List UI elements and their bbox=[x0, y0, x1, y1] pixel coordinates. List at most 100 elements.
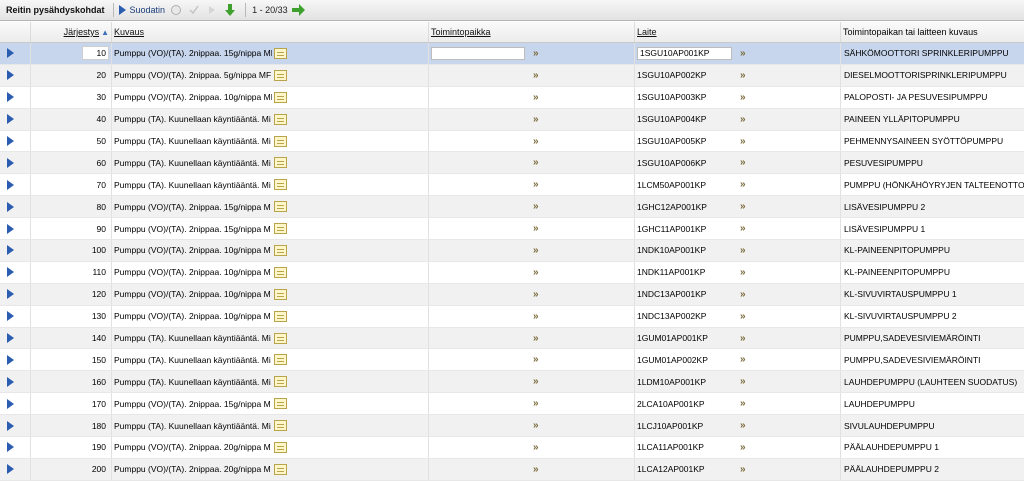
note-icon[interactable] bbox=[274, 266, 287, 278]
row-expand-icon[interactable] bbox=[7, 442, 14, 453]
device-field[interactable]: 1GHC12AP001KP bbox=[637, 202, 732, 212]
device-field[interactable]: 1SGU10AP005KP bbox=[637, 136, 732, 146]
note-icon[interactable] bbox=[274, 332, 287, 344]
row-select[interactable] bbox=[0, 174, 31, 196]
row-expand-icon[interactable] bbox=[7, 376, 14, 387]
device-field[interactable]: 1GHC11AP001KP bbox=[637, 224, 732, 234]
table-row[interactable]: 10 Pumppu (VO)/(TA). 2nippaa. 15g/nippa … bbox=[0, 43, 1024, 65]
note-icon[interactable] bbox=[274, 113, 287, 125]
lookup-device-icon[interactable]: » bbox=[740, 114, 745, 125]
lookup-device-icon[interactable]: » bbox=[740, 245, 745, 256]
row-select[interactable] bbox=[0, 437, 31, 458]
order-field[interactable]: 60 bbox=[82, 156, 109, 170]
filter-button[interactable]: Suodatin bbox=[118, 5, 165, 15]
header-device[interactable]: Laite bbox=[635, 22, 841, 42]
lookup-function-location-icon[interactable]: » bbox=[533, 48, 538, 59]
order-field[interactable]: 50 bbox=[82, 134, 109, 148]
note-icon[interactable] bbox=[274, 288, 287, 300]
note-icon[interactable] bbox=[274, 441, 287, 453]
note-icon[interactable] bbox=[274, 376, 287, 388]
device-field[interactable]: 1LCJ10AP001KP bbox=[637, 421, 732, 431]
note-icon[interactable] bbox=[274, 354, 287, 366]
order-field[interactable]: 30 bbox=[82, 90, 109, 104]
row-expand-icon[interactable] bbox=[7, 354, 14, 365]
table-row[interactable]: 150 Pumppu (TA). Kuunellaan käyntiääntä.… bbox=[0, 349, 1024, 372]
lookup-device-icon[interactable]: » bbox=[740, 442, 745, 453]
lookup-device-icon[interactable]: » bbox=[740, 311, 745, 322]
row-expand-icon[interactable] bbox=[7, 48, 14, 59]
table-row[interactable]: 120 Pumppu (VO)/(TA). 2nippaa. 10g/nippa… bbox=[0, 283, 1024, 306]
lookup-device-icon[interactable]: » bbox=[740, 333, 745, 344]
row-expand-icon[interactable] bbox=[7, 136, 14, 146]
table-row[interactable]: 90 Pumppu (VO)/(TA). 2nippaa. 15g/nippa … bbox=[0, 218, 1024, 241]
row-select[interactable] bbox=[0, 152, 31, 174]
lookup-function-location-icon[interactable]: » bbox=[533, 420, 538, 431]
lookup-function-location-icon[interactable]: » bbox=[533, 201, 538, 212]
row-expand-icon[interactable] bbox=[7, 201, 14, 212]
lookup-function-location-icon[interactable]: » bbox=[533, 92, 538, 103]
device-field[interactable]: 1NDK11AP001KP bbox=[637, 267, 732, 277]
row-expand-icon[interactable] bbox=[7, 289, 14, 300]
row-select[interactable] bbox=[0, 43, 31, 64]
lookup-function-location-icon[interactable]: » bbox=[533, 354, 538, 365]
row-select[interactable] bbox=[0, 240, 31, 261]
table-row[interactable]: 20 Pumppu (VO)/(TA). 2nippaa. 5g/nippa M… bbox=[0, 64, 1024, 87]
lookup-device-icon[interactable]: » bbox=[740, 289, 745, 300]
note-icon[interactable] bbox=[274, 463, 287, 475]
row-expand-icon[interactable] bbox=[7, 398, 14, 409]
order-field[interactable]: 190 bbox=[82, 440, 109, 454]
device-field[interactable]: 1NDK10AP001KP bbox=[637, 245, 732, 255]
order-field[interactable]: 180 bbox=[82, 419, 109, 433]
lookup-device-icon[interactable]: » bbox=[740, 354, 745, 365]
row-expand-icon[interactable] bbox=[7, 157, 14, 168]
note-icon[interactable] bbox=[274, 201, 287, 213]
device-field[interactable]: 1NDC13AP002KP bbox=[637, 311, 732, 321]
device-field[interactable]: 1GUM01AP001KP bbox=[637, 333, 732, 343]
row-select[interactable] bbox=[0, 371, 31, 393]
device-field[interactable]: 1SGU10AP006KP bbox=[637, 158, 732, 168]
table-row[interactable]: 130 Pumppu (VO)/(TA). 2nippaa. 10g/nippa… bbox=[0, 305, 1024, 328]
note-icon[interactable] bbox=[274, 244, 287, 256]
device-field[interactable]: 1GUM01AP002KP bbox=[637, 355, 732, 365]
lookup-function-location-icon[interactable]: » bbox=[533, 464, 538, 475]
table-row[interactable]: 110 Pumppu (VO)/(TA). 2nippaa. 10g/nippa… bbox=[0, 261, 1024, 284]
lookup-device-icon[interactable]: » bbox=[740, 157, 745, 168]
table-row[interactable]: 180 Pumppu (TA). Kuunellaan käyntiääntä.… bbox=[0, 415, 1024, 438]
table-row[interactable]: 140 Pumppu (TA). Kuunellaan käyntiääntä.… bbox=[0, 327, 1024, 350]
order-field[interactable]: 20 bbox=[82, 68, 109, 82]
note-icon[interactable] bbox=[274, 310, 287, 322]
order-field[interactable]: 10 bbox=[82, 46, 109, 61]
table-row[interactable]: 50 Pumppu (TA). Kuunellaan käyntiääntä. … bbox=[0, 130, 1024, 153]
row-select[interactable] bbox=[0, 458, 31, 480]
lookup-function-location-icon[interactable]: » bbox=[533, 289, 538, 300]
order-field[interactable]: 130 bbox=[82, 309, 109, 323]
download-arrow-icon[interactable] bbox=[223, 3, 237, 17]
note-icon[interactable] bbox=[274, 223, 287, 235]
device-field[interactable]: 1SGU10AP001KP bbox=[637, 46, 732, 60]
device-field[interactable]: 1SGU10AP004KP bbox=[637, 114, 732, 124]
row-expand-icon[interactable] bbox=[7, 179, 14, 190]
row-select[interactable] bbox=[0, 327, 31, 349]
note-icon[interactable] bbox=[274, 135, 287, 147]
lookup-device-icon[interactable]: » bbox=[740, 179, 745, 190]
order-field[interactable]: 110 bbox=[82, 265, 109, 279]
row-expand-icon[interactable] bbox=[7, 311, 14, 322]
lookup-device-icon[interactable]: » bbox=[740, 136, 745, 147]
table-row[interactable]: 40 Pumppu (TA). Kuunellaan käyntiääntä. … bbox=[0, 108, 1024, 131]
lookup-function-location-icon[interactable]: » bbox=[533, 223, 538, 234]
order-field[interactable]: 140 bbox=[82, 331, 109, 345]
table-row[interactable]: 80 Pumppu (VO)/(TA). 2nippaa. 15g/nippa … bbox=[0, 196, 1024, 219]
table-row[interactable]: 60 Pumppu (TA). Kuunellaan käyntiääntä. … bbox=[0, 152, 1024, 175]
note-icon[interactable] bbox=[274, 47, 287, 59]
row-select[interactable] bbox=[0, 196, 31, 218]
row-expand-icon[interactable] bbox=[7, 245, 14, 256]
row-expand-icon[interactable] bbox=[7, 333, 14, 344]
lookup-function-location-icon[interactable]: » bbox=[533, 398, 538, 409]
lookup-device-icon[interactable]: » bbox=[740, 201, 745, 212]
lookup-device-icon[interactable]: » bbox=[740, 48, 745, 59]
order-field[interactable]: 80 bbox=[82, 200, 109, 214]
order-field[interactable]: 160 bbox=[82, 375, 109, 389]
device-field[interactable]: 1LDM10AP001KP bbox=[637, 377, 732, 387]
table-row[interactable]: 100 Pumppu (VO)/(TA). 2nippaa. 10g/nippa… bbox=[0, 240, 1024, 262]
row-select[interactable] bbox=[0, 305, 31, 327]
